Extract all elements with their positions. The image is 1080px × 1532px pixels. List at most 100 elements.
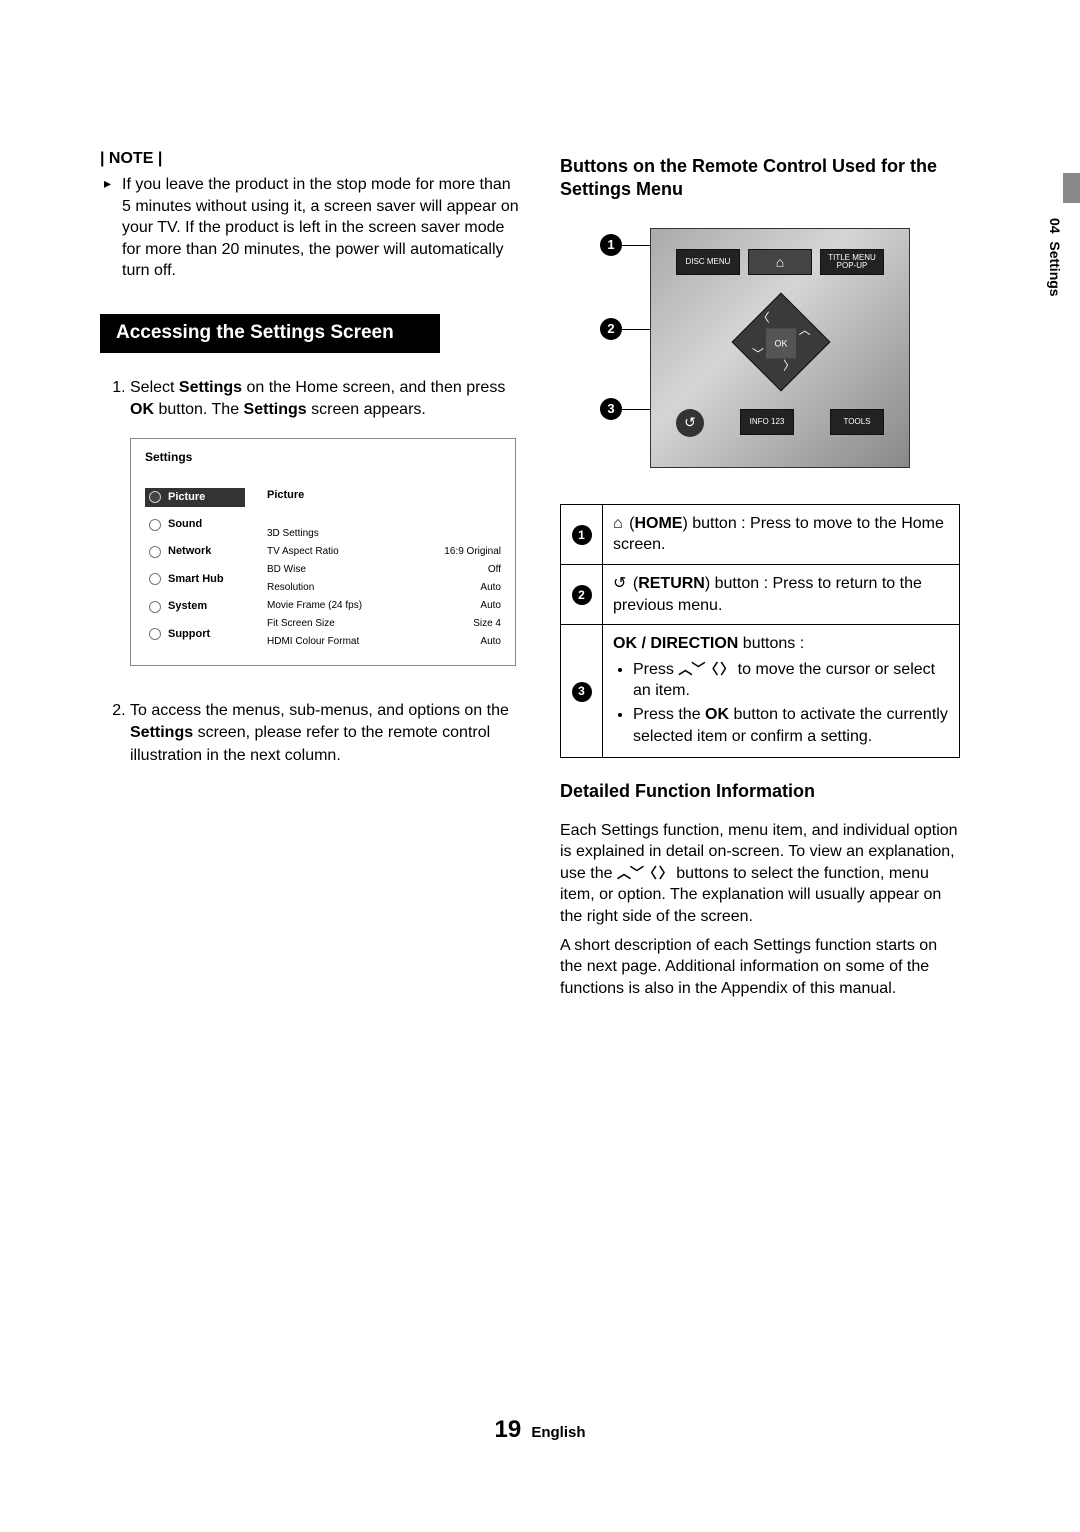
row-label: TV Aspect Ratio xyxy=(267,545,339,559)
nav-system: System xyxy=(145,597,245,616)
row-num: 1 xyxy=(572,525,592,545)
row-desc-cell: ↺ (RETURN) button : Press to return to t… xyxy=(603,565,960,625)
steps-list: Select Settings on the Home screen, and … xyxy=(100,377,520,767)
sidetab-num: 04 xyxy=(1047,218,1063,234)
row-label: HDMI Colour Format xyxy=(267,635,359,649)
callout-2-badge: 2 xyxy=(600,318,622,340)
home-icon: ⌂ xyxy=(613,513,623,535)
home-button: ⌂ xyxy=(748,249,812,275)
disc-menu-button: DISC MENU xyxy=(676,249,740,275)
remote-illustration: 1 2 3 DISC MENU ⌂ TITLE MENU POP-UP OK ︿… xyxy=(560,218,910,478)
text: ( xyxy=(625,515,635,532)
right-column: Buttons on the Remote Control Used for t… xyxy=(560,150,960,999)
text: Press xyxy=(633,661,678,678)
label-okdir: OK / DIRECTION xyxy=(613,635,738,652)
title-menu-button: TITLE MENU POP-UP xyxy=(820,249,884,275)
chevron-up-icon: ︿ xyxy=(799,321,811,338)
callout-1-line xyxy=(622,245,650,246)
settings-title: Settings xyxy=(145,449,501,466)
row-value: Auto xyxy=(480,599,501,613)
system-icon xyxy=(149,601,161,613)
settings-screenshot: Settings Picture Sound Network Smart Hub… xyxy=(130,438,516,666)
text: buttons : xyxy=(738,635,804,652)
okdir-bullets: Press ︿﹀〈 〉 to move the cursor or select… xyxy=(613,659,949,747)
row-resolution: Resolution Auto xyxy=(267,579,501,597)
tools-button: TOOLS xyxy=(830,409,884,435)
side-chapter-tab: 04 Settings xyxy=(1030,190,1080,330)
nav-label: Smart Hub xyxy=(168,572,224,587)
support-icon xyxy=(149,628,161,640)
nav-smart-hub: Smart Hub xyxy=(145,570,245,589)
row-label: BD Wise xyxy=(267,563,306,577)
row-number-cell: 3 xyxy=(561,625,603,758)
remote-bottom-row: ↺ INFO 123 TOOLS xyxy=(676,409,884,437)
picture-icon xyxy=(149,491,161,503)
sidetab-stripe xyxy=(1063,173,1080,203)
content-title: Picture xyxy=(267,488,501,503)
row-num: 3 xyxy=(572,682,592,702)
ok-button: OK xyxy=(766,328,796,358)
chevron-right-icon: 〉 xyxy=(783,356,795,373)
step1-end: screen appears. xyxy=(307,401,426,418)
chevron-down-icon: ﹀ xyxy=(752,345,764,362)
nav-label: System xyxy=(168,599,207,614)
row-desc-cell: OK / DIRECTION buttons : Press ︿﹀〈 〉 to … xyxy=(603,625,960,758)
left-column: | NOTE | If you leave the product in the… xyxy=(100,150,520,999)
sidetab-label: Settings xyxy=(1047,241,1063,296)
nav-picture: Picture xyxy=(145,488,245,507)
row-label: 3D Settings xyxy=(267,527,319,541)
row-value: 16:9 Original xyxy=(444,545,501,559)
network-icon xyxy=(149,546,161,558)
row-fitscreen: Fit Screen SizeSize 4 xyxy=(267,615,501,633)
row-aspect: TV Aspect Ratio 16:9 Original xyxy=(267,543,501,561)
step1-mid2: button. The xyxy=(154,401,244,418)
note-label: | NOTE | xyxy=(100,150,520,168)
step1-bold3: Settings xyxy=(244,401,307,418)
nav-network: Network xyxy=(145,542,245,561)
row-movieframe: Movie Frame (24 fps) Auto xyxy=(267,597,501,615)
sound-icon xyxy=(149,519,161,531)
bullet-1: Press ︿﹀〈 〉 to move the cursor or select… xyxy=(633,659,949,702)
nav-label: Picture xyxy=(168,490,205,505)
settings-content: Picture 3D Settings TV Aspect Ratio 16:9 … xyxy=(267,488,501,651)
return-button: ↺ xyxy=(676,409,704,437)
step-1: Select Settings on the Home screen, and … xyxy=(130,377,520,666)
row-bdwise: BD Wise Off xyxy=(267,561,501,579)
remote-top-row: DISC MENU ⌂ TITLE MENU POP-UP xyxy=(676,249,884,275)
step2-bold: Settings xyxy=(130,724,193,741)
direction-arrows-icon: ︿﹀〈 〉 xyxy=(617,864,672,883)
text: Press the xyxy=(633,706,705,723)
step1-mid: on the Home screen, and then press xyxy=(242,379,505,396)
chevron-left-icon: 〈 xyxy=(758,308,770,325)
smarthub-icon xyxy=(149,573,161,585)
row-label: Movie Frame (24 fps) xyxy=(267,599,362,613)
row-value: Auto xyxy=(480,581,501,595)
remote-body: DISC MENU ⌂ TITLE MENU POP-UP OK ︿ ﹀ 〈 〉… xyxy=(650,228,910,468)
callout-3-badge: 3 xyxy=(600,398,622,420)
bullet-2: Press the OK button to activate the curr… xyxy=(633,704,949,747)
table-row-okdir: 3 OK / DIRECTION buttons : Press ︿﹀〈 〉 t… xyxy=(561,625,960,758)
row-label: Resolution xyxy=(267,581,314,595)
page-number: 19 xyxy=(494,1416,521,1443)
detail-para-2: A short description of each Settings fun… xyxy=(560,935,960,1000)
direction-pad: OK ︿ ﹀ 〈 〉 xyxy=(732,292,831,391)
section-heading-accessing: Accessing the Settings Screen xyxy=(100,314,440,353)
label-ok: OK xyxy=(705,706,729,723)
label-return: RETURN xyxy=(638,575,705,592)
step-2: To access the menus, sub-menus, and opti… xyxy=(130,700,520,767)
callout-1-badge: 1 xyxy=(600,234,622,256)
detail-para-1: Each Settings function, menu item, and i… xyxy=(560,820,960,928)
row-desc-cell: ⌂ (HOME) button : Press to move to the H… xyxy=(603,504,960,564)
step1-bold1: Settings xyxy=(179,379,242,396)
page-footer: 19 English xyxy=(0,1416,1080,1444)
button-table: 1 ⌂ (HOME) button : Press to move to the… xyxy=(560,504,960,758)
row-value: Auto xyxy=(480,635,501,649)
step1-text: Select xyxy=(130,379,179,396)
row-value: Off xyxy=(488,563,501,577)
sidetab-text: 04 Settings xyxy=(1047,190,1063,297)
nav-sound: Sound xyxy=(145,515,245,534)
row-number-cell: 2 xyxy=(561,565,603,625)
step2-pre: To access the menus, sub-menus, and opti… xyxy=(130,702,509,719)
row-num: 2 xyxy=(572,585,592,605)
row-3d: 3D Settings xyxy=(267,525,501,543)
